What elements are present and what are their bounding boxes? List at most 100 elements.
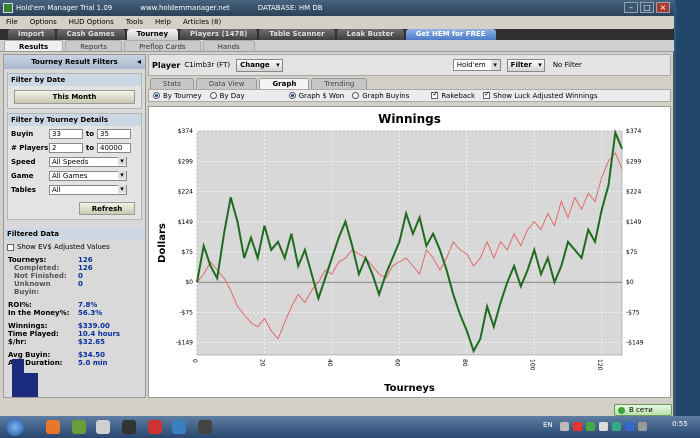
menu-help[interactable]: Help bbox=[149, 18, 177, 26]
by-tourney-radio[interactable] bbox=[153, 92, 160, 99]
tab-tourney[interactable]: Tourney bbox=[126, 29, 179, 40]
y-axis-label: Dollars bbox=[157, 223, 168, 263]
game-type-select[interactable]: Hold'em bbox=[452, 59, 501, 71]
menu-file[interactable]: File bbox=[0, 18, 24, 26]
tab-stats[interactable]: Stats bbox=[150, 78, 194, 89]
refresh-button[interactable]: Refresh bbox=[79, 202, 135, 215]
show-luck-checkbox[interactable] bbox=[483, 90, 491, 99]
graph-options-bar: By Tourney By Day Graph $ Won Graph Buyi… bbox=[148, 89, 671, 102]
tab-data-view[interactable]: Data View bbox=[195, 78, 258, 89]
by-tourney-option[interactable]: By Tourney bbox=[153, 92, 202, 100]
tray-icon[interactable] bbox=[625, 422, 634, 431]
graph-won-option[interactable]: Graph $ Won bbox=[288, 92, 344, 100]
vk-status-bar[interactable]: В сети bbox=[614, 404, 672, 416]
subtab-reports[interactable]: Reports bbox=[65, 40, 123, 51]
menu-options[interactable]: Options bbox=[24, 18, 63, 26]
show-ev-checkbox[interactable] bbox=[7, 243, 14, 251]
graph-buyins-radio[interactable] bbox=[352, 92, 360, 99]
start-button[interactable] bbox=[6, 418, 24, 436]
tab-players[interactable]: Players (1478) bbox=[180, 29, 258, 40]
clock[interactable]: 0:55 bbox=[672, 420, 688, 428]
firefox-icon[interactable] bbox=[46, 420, 60, 434]
title-bar[interactable]: Hold'em Manager Trial 1.09 www.holdemman… bbox=[0, 0, 674, 16]
tray-icon[interactable] bbox=[599, 422, 608, 431]
y-tick-label-right: $224 bbox=[626, 189, 641, 196]
tab-graph[interactable]: Graph bbox=[259, 78, 310, 89]
minimize-button[interactable]: – bbox=[624, 2, 638, 13]
media-icon[interactable] bbox=[122, 420, 136, 434]
tray-icon[interactable] bbox=[573, 422, 582, 431]
menu-tools[interactable]: Tools bbox=[120, 18, 149, 26]
buyin-from-input[interactable]: 33 bbox=[49, 129, 83, 139]
filters-panel-header: Tourney Result Filters ◂ bbox=[4, 55, 145, 69]
tray-icon[interactable] bbox=[612, 422, 621, 431]
tab-get-hem-free[interactable]: Get HEM for FREE bbox=[405, 29, 496, 40]
website-link[interactable]: www.holdemmanager.net bbox=[140, 4, 230, 12]
tray-icon[interactable] bbox=[560, 422, 569, 431]
show-ev-row[interactable]: Show EV$ Adjusted Values bbox=[4, 240, 145, 254]
x-axis-label: Tourneys bbox=[384, 383, 435, 394]
tourney-details-title: Filter by Tourney Details bbox=[8, 114, 141, 126]
subtab-hands[interactable]: Hands bbox=[202, 40, 255, 51]
graph-won-radio[interactable] bbox=[288, 92, 296, 99]
collapse-icon[interactable]: ◂ bbox=[137, 55, 141, 69]
filters-panel-title: Tourney Result Filters bbox=[31, 58, 118, 66]
menu-articles[interactable]: Articles (8) bbox=[177, 18, 227, 26]
speed-select[interactable]: All Speeds bbox=[49, 157, 127, 167]
tab-table-scanner[interactable]: Table Scanner bbox=[259, 29, 335, 40]
database-label: DATABASE: HM DB bbox=[257, 4, 323, 12]
rakeback-checkbox[interactable] bbox=[431, 90, 439, 99]
stat-row: Avg Duration: 5.0 min bbox=[8, 359, 141, 367]
stat-row: ROI%: 7.8% bbox=[8, 301, 141, 309]
player-label: Player bbox=[152, 60, 181, 70]
stat-label: Unknown Buyin: bbox=[14, 280, 51, 296]
menu-hud-options[interactable]: HUD Options bbox=[63, 18, 120, 26]
y-tick-label-left: $149 bbox=[178, 219, 193, 226]
close-button[interactable]: × bbox=[656, 2, 670, 13]
rakeback-option[interactable]: Rakeback bbox=[431, 90, 475, 100]
by-day-option[interactable]: By Day bbox=[209, 92, 245, 100]
players-row: # Players 2 to 40000 bbox=[8, 142, 141, 154]
game-select[interactable]: All Games bbox=[49, 171, 127, 181]
x-tick-label: 0 bbox=[191, 359, 198, 363]
tab-cash-games[interactable]: Cash Games bbox=[56, 29, 125, 40]
players-from-input[interactable]: 2 bbox=[49, 143, 83, 153]
app-taskbar-icon[interactable] bbox=[72, 420, 86, 434]
maximize-button[interactable]: □ bbox=[640, 2, 654, 13]
app-window: Hold'em Manager Trial 1.09 www.holdemman… bbox=[0, 0, 674, 416]
change-player-button[interactable]: Change bbox=[236, 58, 283, 72]
y-tick-label-right: $75 bbox=[626, 249, 638, 256]
mini-chart-bar bbox=[12, 359, 24, 397]
tab-leak-buster[interactable]: Leak Buster bbox=[336, 29, 404, 40]
terminal-icon[interactable] bbox=[198, 420, 212, 434]
date-filter-section: Filter by Date This Month bbox=[7, 73, 142, 109]
mini-chart-bar bbox=[24, 373, 38, 397]
tab-trending[interactable]: Trending bbox=[311, 78, 368, 89]
filter-button[interactable]: Filter bbox=[506, 58, 545, 72]
volume-icon[interactable] bbox=[638, 422, 647, 431]
explorer-icon[interactable] bbox=[96, 420, 110, 434]
players-to-input[interactable]: 40000 bbox=[97, 143, 131, 153]
by-day-radio[interactable] bbox=[209, 92, 217, 99]
subtab-preflop-cards[interactable]: Preflop Cards bbox=[124, 40, 201, 51]
poker-icon[interactable] bbox=[148, 420, 162, 434]
taskbar: EN 0:55 bbox=[0, 416, 700, 438]
language-indicator[interactable]: EN bbox=[543, 421, 553, 429]
x-tick-label: 120 bbox=[596, 359, 603, 371]
buyin-to-input[interactable]: 35 bbox=[97, 129, 131, 139]
y-tick-label-left: $374 bbox=[178, 128, 193, 135]
subtab-results[interactable]: Results bbox=[4, 40, 64, 51]
program-icon[interactable] bbox=[172, 420, 186, 434]
tables-select[interactable]: All bbox=[49, 185, 127, 195]
stat-value: 0 bbox=[78, 272, 83, 280]
tab-import[interactable]: Import bbox=[8, 29, 55, 40]
stat-value: 126 bbox=[78, 256, 93, 264]
tray-icon[interactable] bbox=[586, 422, 595, 431]
this-month-button[interactable]: This Month bbox=[14, 90, 135, 104]
graph-buyins-option[interactable]: Graph Buyins bbox=[352, 92, 409, 100]
stat-row: Not Finished: 0 bbox=[8, 272, 141, 280]
stat-value: 5.0 min bbox=[78, 359, 108, 367]
show-luck-option[interactable]: Show Luck Adjusted Winnings bbox=[483, 90, 597, 100]
stat-row: Winnings: $339.00 bbox=[8, 322, 141, 330]
speed-label: Speed bbox=[11, 158, 36, 166]
